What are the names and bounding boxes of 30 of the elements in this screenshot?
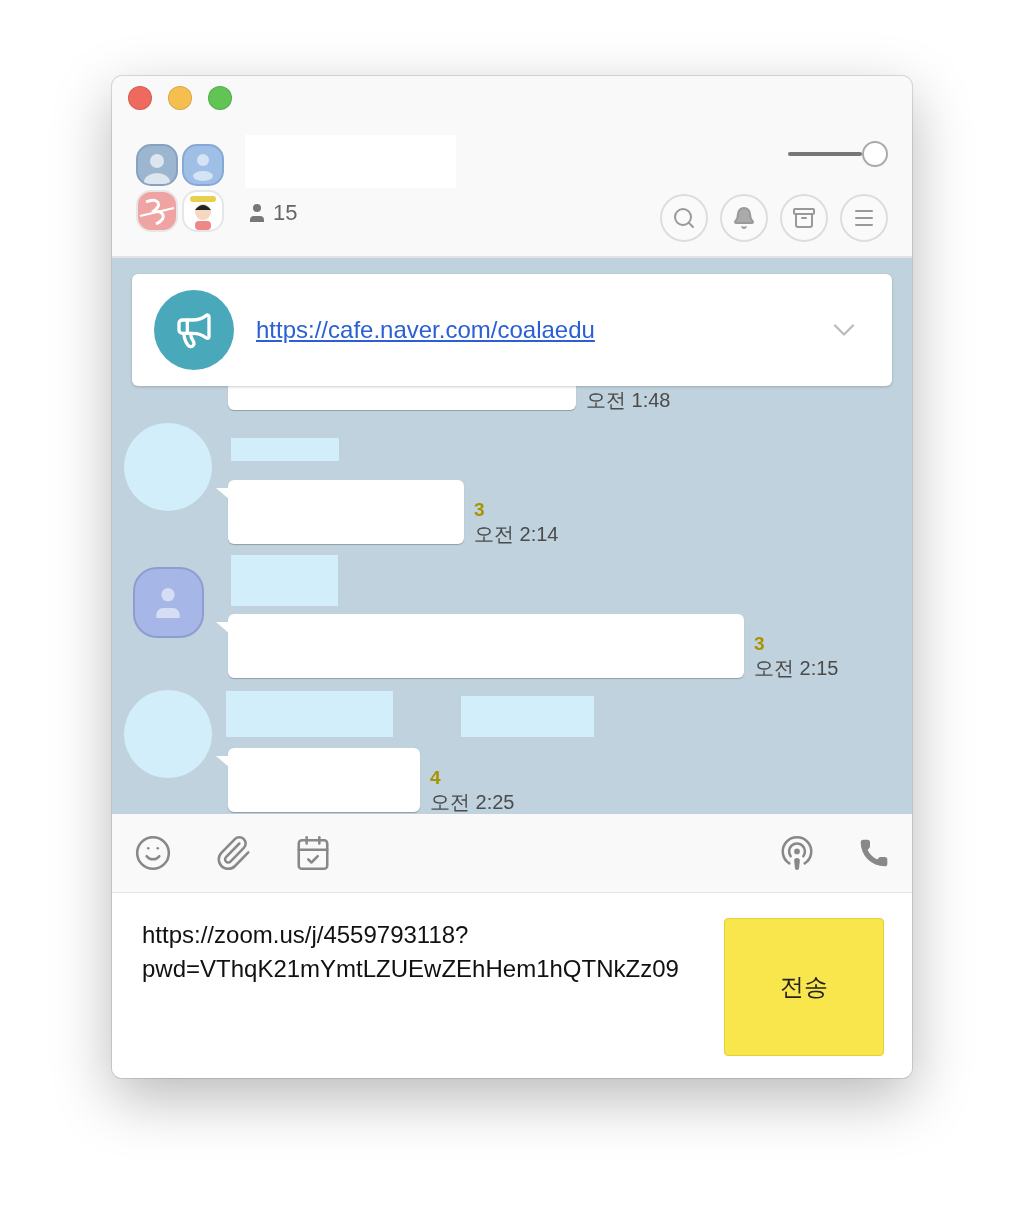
bell-button[interactable]	[720, 194, 768, 242]
minimize-icon[interactable]	[168, 86, 192, 110]
calendar-icon[interactable]	[294, 834, 332, 872]
send-button[interactable]: 전송	[724, 918, 884, 1056]
search-button[interactable]	[660, 194, 708, 242]
avatar-image	[182, 190, 224, 232]
notice-link[interactable]: https://cafe.naver.com/coalaedu	[256, 316, 595, 344]
menu-button[interactable]	[840, 194, 888, 242]
archive-button[interactable]	[780, 194, 828, 242]
unread-count: 3	[754, 633, 766, 655]
message-time: 오전 1:48	[586, 388, 671, 413]
message-time: 오전 2:15	[754, 656, 839, 681]
avatar-image	[182, 144, 224, 186]
message-time: 오전 2:14	[474, 522, 559, 547]
avatar-image	[136, 190, 178, 232]
search-icon	[672, 206, 696, 230]
close-icon[interactable]	[128, 86, 152, 110]
member-count: 15	[273, 200, 298, 226]
avatar-image	[136, 144, 178, 186]
message-time: 오전 2:25	[430, 790, 515, 814]
archive-icon	[792, 206, 816, 230]
unread-count: 3	[474, 499, 486, 521]
phone-icon[interactable]	[858, 837, 890, 869]
bell-icon	[732, 206, 756, 230]
slider-thumb[interactable]	[862, 141, 888, 167]
unread-count: 4	[430, 767, 442, 789]
avatar-image[interactable]	[132, 567, 204, 638]
emoji-icon[interactable]	[134, 834, 172, 872]
zoom-icon[interactable]	[208, 86, 232, 110]
input-area[interactable]: https://zoom.us/j/4559793118?pwd=VThqK21mYmtLZUEwZEhHem1hQTNkZz09 전송	[112, 893, 912, 1078]
